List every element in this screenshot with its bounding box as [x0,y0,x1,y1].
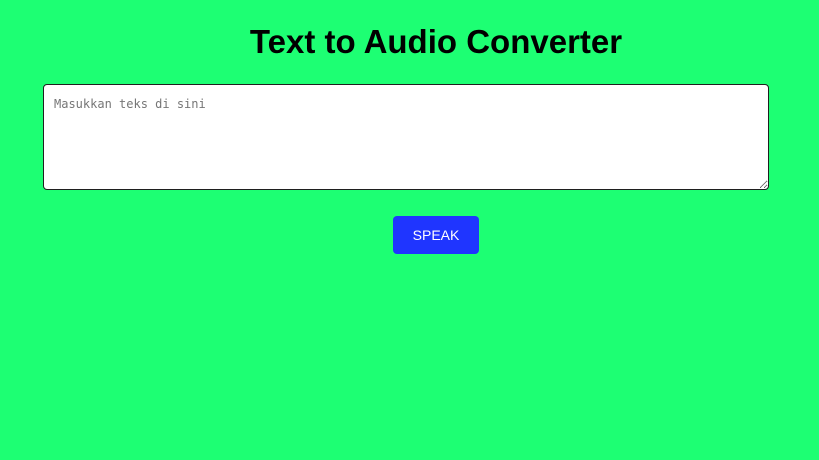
page-title: Text to Audio Converter [249,23,623,60]
text-input[interactable] [43,84,769,190]
speak-button[interactable]: SPEAK [393,216,479,254]
